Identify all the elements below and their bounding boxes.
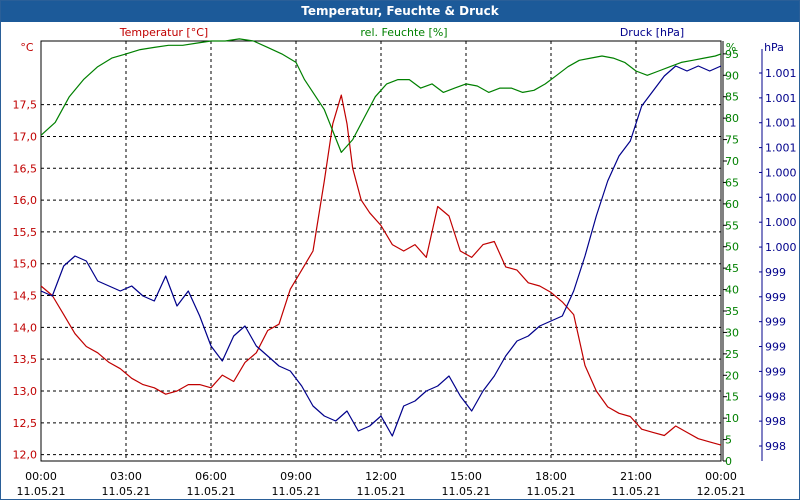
x-tick-date: 11.05.21: [442, 485, 491, 498]
temperature-tick-label: 17,0: [13, 130, 38, 143]
x-tick-time: 21:00: [620, 470, 652, 483]
pressure-tick-label: 998: [765, 440, 786, 453]
x-tick-date: 11.05.21: [612, 485, 661, 498]
chart-canvas: 00:00 11.05.21 03:00 11.05.21 06:00 11.05.21 0…: [13, 26, 797, 498]
humidity-tick-label: 15: [725, 391, 739, 404]
x-tick-date: 11.05.21: [102, 485, 151, 498]
humidity-tick-label: 80: [725, 112, 739, 125]
temperature-unit-label: °C: [20, 41, 34, 54]
pressure-tick-label: 1.001: [765, 142, 797, 155]
humidity-tick-label: 25: [725, 348, 739, 361]
x-tick-date: 11.05.21: [272, 485, 321, 498]
temperature-tick-label: 12,0: [13, 449, 38, 462]
humidity-tick-label: 75: [725, 134, 739, 147]
pressure-tick-label: 1.000: [765, 241, 797, 254]
pressure-tick-label: 999: [765, 365, 786, 378]
x-tick-time: 00:00: [705, 470, 737, 483]
legend-pressure: Druck [hPa]: [620, 26, 684, 39]
axes: [40, 40, 763, 462]
humidity-tick-label: 55: [725, 219, 739, 232]
x-tick-time: 09:00: [280, 470, 312, 483]
humidity-tick-label: 60: [725, 198, 739, 211]
temperature-tick-label: 13,0: [13, 385, 38, 398]
pressure-tick-label: 999: [765, 266, 786, 279]
x-tick-date: 11.05.21: [187, 485, 236, 498]
grid: [41, 41, 721, 461]
temperature-tick-label: 15,0: [13, 258, 38, 271]
chart-window: Temperatur, Feuchte & Druck 00:00 11.05.2…: [0, 0, 800, 500]
temperature-tick-label: 14,5: [13, 290, 38, 303]
pressure-tick-label: 998: [765, 390, 786, 403]
pressure-tick-label: 998: [765, 415, 786, 428]
pressure-tick-label: 999: [765, 341, 786, 354]
humidity-tick-label: 30: [725, 326, 739, 339]
humidity-tick-label: 20: [725, 369, 739, 382]
pressure-tick-label: 1.001: [765, 92, 797, 105]
x-tick-time: 15:00: [450, 470, 482, 483]
humidity-tick-label: 50: [725, 241, 739, 254]
x-tick-time: 00:00: [25, 470, 57, 483]
legend-humidity: rel. Feuchte [%]: [360, 26, 447, 39]
x-tick-time: 18:00: [535, 470, 567, 483]
temperature-tick-label: 15,5: [13, 226, 38, 239]
temperature-tick-label: 13,5: [13, 353, 38, 366]
pressure-tick-label: 1.000: [765, 216, 797, 229]
pressure-tick-label: 1.000: [765, 191, 797, 204]
temperature-tick-label: 16,0: [13, 194, 38, 207]
humidity-tick-label: 45: [725, 262, 739, 275]
temperature-tick-label: 17,5: [13, 99, 38, 112]
humidity-tick-label: 40: [725, 284, 739, 297]
humidity-tick-label: 5: [725, 434, 732, 447]
temperature-tick-label: 12,5: [13, 417, 38, 430]
humidity-unit-label: %: [726, 41, 736, 54]
humidity-tick-label: 0: [725, 455, 732, 468]
legend-temperature: Temperatur [°C]: [119, 26, 208, 39]
pressure-tick-label: 1.001: [765, 117, 797, 130]
pressure-tick-label: 999: [765, 316, 786, 329]
humidity-tick-label: 90: [725, 69, 739, 82]
x-tick-date: 11.05.21: [17, 485, 66, 498]
humidity-tick-label: 35: [725, 305, 739, 318]
humidity-tick-label: 70: [725, 155, 739, 168]
x-tick-time: 06:00: [195, 470, 227, 483]
humidity-tick-label: 10: [725, 412, 739, 425]
pressure-tick-label: 1.000: [765, 166, 797, 179]
x-tick-time: 12:00: [365, 470, 397, 483]
x-tick-date: 11.05.21: [357, 485, 406, 498]
pressure-tick-label: 999: [765, 291, 786, 304]
humidity-tick-label: 85: [725, 91, 739, 104]
temperature-tick-label: 14,0: [13, 321, 38, 334]
pressure-unit-label: hPa: [764, 41, 784, 54]
pressure-tick-label: 1.001: [765, 67, 797, 80]
x-tick-date: 12.05.21: [697, 485, 746, 498]
x-tick-time: 03:00: [110, 470, 142, 483]
temperature-tick-label: 16,5: [13, 162, 38, 175]
x-tick-date: 11.05.21: [527, 485, 576, 498]
humidity-tick-label: 65: [725, 176, 739, 189]
